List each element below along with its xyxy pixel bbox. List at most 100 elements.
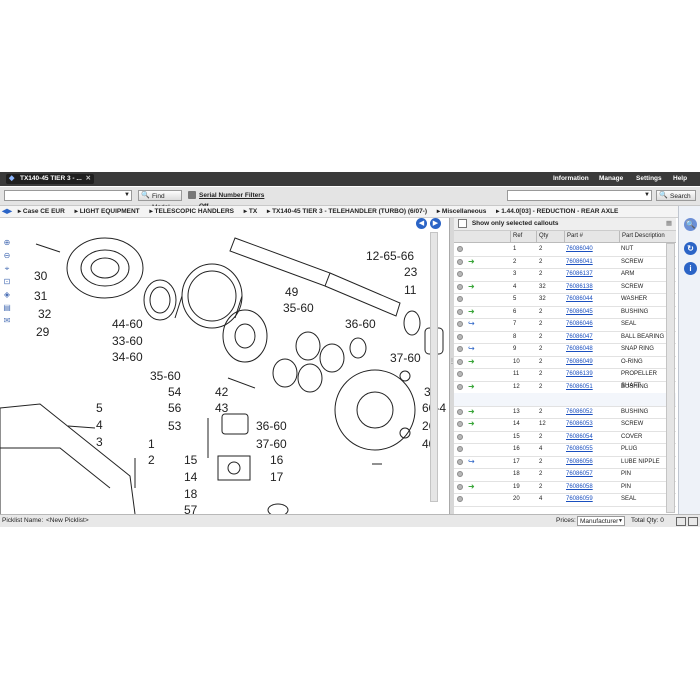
print-icon[interactable]: ▤: [2, 303, 12, 312]
table-row[interactable]: ↪ 17 2 76086056 LUBE NIPPLE: [454, 456, 676, 469]
nav-settings[interactable]: Settings: [636, 175, 662, 182]
add-to-picklist-icon[interactable]: ➜: [468, 281, 475, 293]
breadcrumb-item[interactable]: ▸ TX: [244, 208, 261, 215]
table-row[interactable]: 5 32 76086044 WASHER: [454, 293, 676, 307]
replacement-icon[interactable]: ↪: [468, 343, 475, 355]
part-number-link[interactable]: 76086139: [566, 368, 593, 380]
table-row[interactable]: ➜ 4 32 76086138 SCREW: [454, 281, 676, 294]
nav-arrows-icon[interactable]: ◀▶: [2, 208, 12, 215]
model-tab[interactable]: ◆ TX140-45 TIER 3 - ... ✕: [6, 174, 94, 184]
table-row[interactable]: ↪ 9 2 76086048 SNAP RING: [454, 343, 676, 357]
select-icon[interactable]: [457, 483, 463, 490]
add-to-picklist-icon[interactable]: ➜: [468, 306, 475, 318]
part-number-link[interactable]: 76086053: [566, 418, 593, 430]
maximize-icon[interactable]: [688, 517, 698, 526]
select-icon[interactable]: [457, 358, 463, 365]
table-row[interactable]: ➜ 19 2 76086058 PIN: [454, 481, 676, 494]
part-number-link[interactable]: 76086138: [566, 281, 593, 293]
breadcrumb-item[interactable]: ▸ TELESCOPIC HANDLERS: [149, 208, 238, 215]
nav-manage[interactable]: Manage: [599, 175, 623, 182]
select-icon[interactable]: [457, 321, 463, 327]
fit-icon[interactable]: ⌖: [2, 264, 12, 273]
serial-filter-toggle[interactable]: Serial Number Filters Off: [186, 190, 270, 210]
breadcrumb-item[interactable]: ▸ LIGHT EQUIPMENT: [75, 208, 144, 215]
select-icon[interactable]: ◈: [2, 290, 12, 299]
prices-select[interactable]: Manufacturer ▼: [577, 516, 625, 526]
breadcrumb-item[interactable]: ▸ 1.44.0[03] - REDUCTION - REAR AXLE: [496, 208, 622, 215]
exploded-diagram[interactable]: 30 31 32 29 44-60 33-60 34-60 49 35-60 3…: [0, 218, 448, 514]
replacement-icon[interactable]: ↪: [468, 318, 475, 330]
table-row[interactable]: ➜ 10 2 76086049 O-RING: [454, 356, 676, 369]
part-number-link[interactable]: 76086057: [566, 468, 593, 480]
diagram-scrollbar[interactable]: [430, 232, 438, 502]
select-icon[interactable]: [457, 346, 463, 352]
table-settings-icon[interactable]: ▦: [666, 218, 672, 230]
search-button[interactable]: 🔍 Search: [656, 190, 696, 201]
add-to-picklist-icon[interactable]: ➜: [468, 481, 475, 493]
select-icon[interactable]: [457, 296, 463, 302]
table-row[interactable]: 16 4 76086055 PLUG: [454, 443, 676, 457]
select-icon[interactable]: [457, 446, 463, 452]
table-row[interactable]: 1 2 76086040 NUT: [454, 243, 676, 257]
nav-help[interactable]: Help: [673, 175, 687, 182]
part-number-link[interactable]: 76086051: [566, 381, 593, 393]
select-icon[interactable]: [457, 371, 463, 377]
part-number-link[interactable]: 76086058: [566, 481, 593, 493]
part-number-link[interactable]: 76086059: [566, 493, 593, 505]
picklist-value[interactable]: <New Picklist>: [46, 515, 89, 527]
table-row[interactable]: 20 4 76086059 SEAL: [454, 493, 676, 507]
select-icon[interactable]: [457, 258, 463, 265]
select-icon[interactable]: [457, 308, 463, 315]
search-icon[interactable]: 🔍: [684, 218, 697, 231]
search-input[interactable]: ▼: [507, 190, 652, 201]
add-to-picklist-icon[interactable]: ➜: [468, 406, 475, 418]
table-row[interactable]: 3 2 76086137 ARM: [454, 268, 676, 282]
select-icon[interactable]: [457, 333, 463, 340]
prev-arrow-icon[interactable]: ◀: [416, 218, 427, 229]
next-arrow-icon[interactable]: ▶: [430, 218, 441, 229]
part-number-link[interactable]: 76086137: [566, 268, 593, 280]
breadcrumb-item[interactable]: ▸ Case CE EUR: [18, 208, 69, 215]
show-selected-checkbox[interactable]: [458, 218, 467, 228]
table-row[interactable]: [454, 393, 676, 407]
breadcrumb-item[interactable]: ▸ Miscellaneous: [437, 208, 491, 215]
select-icon[interactable]: [457, 458, 463, 465]
add-to-picklist-icon[interactable]: ➜: [468, 381, 475, 393]
zoom-out-icon[interactable]: ⊖: [2, 251, 12, 260]
zoom-in-icon[interactable]: ⊕: [2, 238, 12, 247]
info-icon[interactable]: i: [684, 262, 697, 275]
close-icon[interactable]: ✕: [86, 174, 91, 184]
select-icon[interactable]: [457, 383, 463, 390]
part-number-link[interactable]: 76086045: [566, 306, 593, 318]
select-icon[interactable]: [457, 496, 463, 502]
table-row[interactable]: ➜ 14 12 76086053 SCREW: [454, 418, 676, 432]
table-row[interactable]: ➜ 13 2 76086052 BUSHING: [454, 406, 676, 419]
select-icon[interactable]: [457, 433, 463, 440]
select-icon[interactable]: [457, 471, 463, 477]
table-row[interactable]: 11 2 76086139 PROPELLER SHAFT: [454, 368, 676, 389]
select-icon[interactable]: [457, 283, 463, 290]
col-ref[interactable]: Ref: [510, 231, 536, 242]
table-row[interactable]: 8 2 76086047 BALL BEARING: [454, 331, 676, 344]
part-number-link[interactable]: 76086056: [566, 456, 593, 468]
table-row[interactable]: ➜ 2 2 76086041 SCREW: [454, 256, 676, 269]
add-to-picklist-icon[interactable]: ➜: [468, 356, 475, 368]
part-number-link[interactable]: 76086046: [566, 318, 593, 330]
part-number-link[interactable]: 76086041: [566, 256, 593, 268]
nav-information[interactable]: Information: [553, 175, 589, 182]
find-model-button[interactable]: 🔍 Find Model: [138, 190, 182, 211]
part-number-link[interactable]: 76086048: [566, 343, 593, 355]
select-icon[interactable]: [457, 246, 463, 252]
parts-scrollbar[interactable]: [666, 243, 675, 513]
restore-icon[interactable]: [676, 517, 686, 526]
select-icon[interactable]: [457, 408, 463, 415]
table-row[interactable]: 18 2 76086057 PIN: [454, 468, 676, 482]
zoom-area-icon[interactable]: ⊡: [2, 277, 12, 286]
part-number-link[interactable]: 76086044: [566, 293, 593, 305]
breadcrumb-item[interactable]: ▸ TX140-45 TIER 3 - TELEHANDLER (TURBO) …: [267, 208, 431, 215]
select-icon[interactable]: [457, 271, 463, 277]
part-number-link[interactable]: 76086040: [566, 243, 593, 255]
part-number-link[interactable]: 76086054: [566, 431, 593, 443]
select-icon[interactable]: [457, 421, 463, 427]
replacement-icon[interactable]: ↪: [468, 456, 475, 468]
